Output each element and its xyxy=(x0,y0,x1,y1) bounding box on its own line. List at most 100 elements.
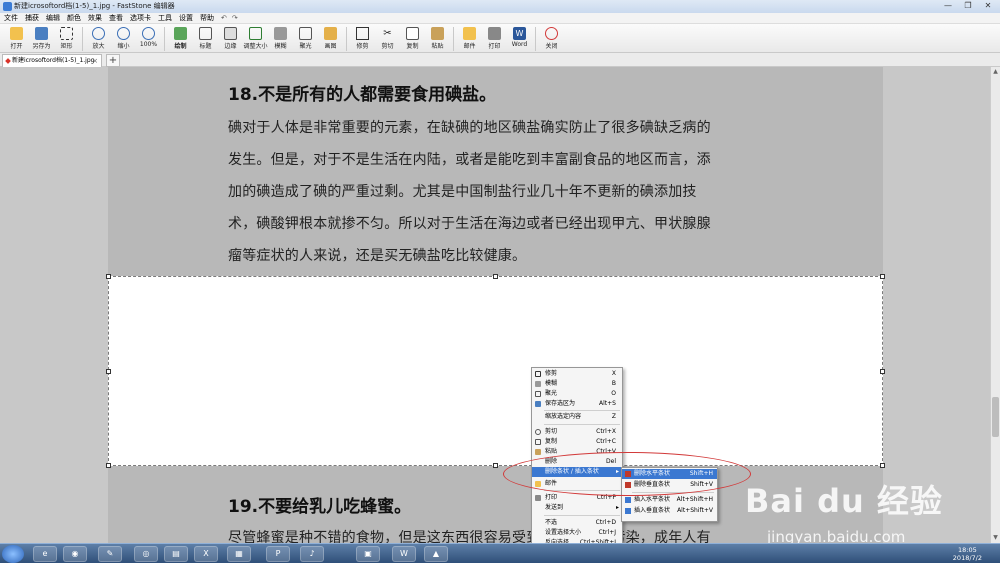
crop-icon xyxy=(356,27,369,40)
image-canvas[interactable]: 18.不是所有的人都需要食用碘盐。 碘对于人体是非常重要的元素，在缺碘的地区碘盐… xyxy=(0,67,990,543)
menu-effects[interactable]: 效果 xyxy=(88,13,102,23)
maximize-button[interactable]: ❐ xyxy=(958,0,978,12)
heading-18: 18.不是所有的人都需要食用碘盐。 xyxy=(228,85,497,105)
menu-separator xyxy=(544,410,620,411)
taskbar-wechat[interactable]: ◎ xyxy=(134,546,158,562)
vertical-scrollbar[interactable]: ▲ ▼ xyxy=(990,67,1000,543)
copy-button[interactable]: 复制 xyxy=(400,24,425,53)
menu-edit[interactable]: 编辑 xyxy=(46,13,60,23)
toolbar-separator xyxy=(535,27,536,51)
menu-item-cut[interactable]: 剪切 Ctrl+X xyxy=(532,427,622,437)
selection-handle[interactable] xyxy=(880,463,885,468)
selection-handle[interactable] xyxy=(106,463,111,468)
menu-item-scale-selection[interactable]: 缩放选定内容 Z xyxy=(532,412,622,422)
taskbar-explorer[interactable]: ▤ xyxy=(164,546,188,562)
scroll-down-icon[interactable]: ▼ xyxy=(991,534,1000,542)
undo-icon[interactable]: ↶ xyxy=(221,13,227,23)
taskbar-chrome[interactable]: ◉ xyxy=(63,546,87,562)
taskbar-excel[interactable]: X xyxy=(194,546,218,562)
menu-item-spotlight[interactable]: 聚光 O xyxy=(532,389,622,399)
submenu-insert-vertical[interactable]: 插入垂直条状 Alt+Shift+V xyxy=(622,506,717,516)
selection-handle[interactable] xyxy=(880,274,885,279)
zoom-actual-button[interactable]: 100% xyxy=(136,24,161,53)
print-button[interactable]: 打印 xyxy=(482,24,507,53)
toolbar-separator xyxy=(164,27,165,51)
resize-icon xyxy=(249,27,262,40)
print-icon xyxy=(535,495,541,501)
scrollbar-thumb[interactable] xyxy=(992,397,999,437)
selection-handle[interactable] xyxy=(493,463,498,468)
minimize-button[interactable]: — xyxy=(938,0,958,12)
tab-label: 新建icrosoftord档(1-5)_1.jpg xyxy=(12,57,95,64)
crop-button[interactable]: 修剪 xyxy=(350,24,375,53)
menu-color[interactable]: 颜色 xyxy=(67,13,81,23)
close-window-button[interactable]: ✕ xyxy=(978,0,998,12)
menu-item-crop[interactable]: 修剪 X xyxy=(532,369,622,379)
save-as-icon xyxy=(35,27,48,40)
menu-capture[interactable]: 捕获 xyxy=(25,13,39,23)
menu-item-blur[interactable]: 模糊 B xyxy=(532,379,622,389)
selection-handle[interactable] xyxy=(493,274,498,279)
taskbar-ie[interactable]: e xyxy=(33,546,57,562)
menu-item-deselect[interactable]: 不选 Ctrl+D xyxy=(532,518,622,528)
open-folder-icon xyxy=(10,27,23,40)
redo-icon[interactable]: ↷ xyxy=(232,13,238,23)
menu-view[interactable]: 查看 xyxy=(109,13,123,23)
taskbar-faststone[interactable]: ▲ xyxy=(424,546,448,562)
copy-icon xyxy=(535,439,541,445)
paste-button[interactable]: 粘贴 xyxy=(425,24,450,53)
menu-help[interactable]: 帮助 xyxy=(200,13,214,23)
zoom-actual-icon xyxy=(142,27,155,40)
scroll-up-icon[interactable]: ▲ xyxy=(991,68,1000,76)
menu-file[interactable]: 文件 xyxy=(4,13,18,23)
menu-separator xyxy=(544,515,620,516)
taskbar-app-grid[interactable]: ▦ xyxy=(227,546,251,562)
save-as-button[interactable]: 另存为 xyxy=(29,24,54,53)
blur-button[interactable]: 模糊 xyxy=(268,24,293,53)
add-tab-button[interactable]: + xyxy=(106,54,120,67)
resize-button[interactable]: 调整大小 xyxy=(243,24,268,53)
edge-button[interactable]: 边缘 xyxy=(218,24,243,53)
menu-item-send-to[interactable]: 发送到 ▸ xyxy=(532,503,622,513)
print-icon xyxy=(488,27,501,40)
menu-bar: 文件 捕获 编辑 颜色 效果 查看 选项卡 工具 设置 帮助 ↶ ↷ xyxy=(0,13,1000,24)
selection-handle[interactable] xyxy=(106,274,111,279)
system-tray: 18:05 2018/7/2 xyxy=(876,544,996,563)
rectangle-select-button[interactable]: 矩形 xyxy=(54,24,79,53)
taskbar-music[interactable]: ♪ xyxy=(300,546,324,562)
start-button[interactable] xyxy=(2,545,24,563)
word-button[interactable]: W Word xyxy=(507,24,532,53)
window-titlebar: 新建icrosoftord档(1-5)_1.jpg - FastStone 编辑… xyxy=(0,0,1000,13)
caption-button[interactable]: 标题 xyxy=(193,24,218,53)
tab-close-icon[interactable]: × xyxy=(92,55,98,67)
menu-item-save-selection[interactable]: 保存选区为 Alt+S xyxy=(532,399,622,409)
menu-item-set-selection-size[interactable]: 设置选择大小 Ctrl+J xyxy=(532,528,622,538)
cut-button[interactable]: ✂ 剪切 xyxy=(375,24,400,53)
taskbar-word[interactable]: W xyxy=(392,546,416,562)
menu-settings[interactable]: 设置 xyxy=(179,13,193,23)
spotlight-button[interactable]: 聚光 xyxy=(293,24,318,53)
zoom-in-button[interactable]: 放大 xyxy=(86,24,111,53)
menu-tabs[interactable]: 选项卡 xyxy=(130,13,151,23)
paint-button[interactable]: 画图 xyxy=(318,24,343,53)
taskbar-app-pen[interactable]: ✎ xyxy=(98,546,122,562)
selection-rectangle[interactable] xyxy=(108,276,883,466)
cut-icon xyxy=(535,429,541,435)
submenu-insert-horizontal[interactable]: 插入水平条状 Alt+Shift+H xyxy=(622,495,717,505)
menu-item-copy[interactable]: 复制 Ctrl+C xyxy=(532,437,622,447)
mail-button[interactable]: 邮件 xyxy=(457,24,482,53)
selection-handle[interactable] xyxy=(106,369,111,374)
taskbar-app-box[interactable]: ▣ xyxy=(356,546,380,562)
toolbar-separator xyxy=(453,27,454,51)
spotlight-icon xyxy=(535,391,541,397)
selection-handle[interactable] xyxy=(880,369,885,374)
open-button[interactable]: 打开 xyxy=(4,24,29,53)
draw-button[interactable]: 绘制 xyxy=(168,24,193,53)
clock[interactable]: 18:05 2018/7/2 xyxy=(953,546,982,562)
zoom-out-button[interactable]: 缩小 xyxy=(111,24,136,53)
close-button[interactable]: 关闭 xyxy=(539,24,564,53)
menu-tools[interactable]: 工具 xyxy=(158,13,172,23)
taskbar-app-p[interactable]: P xyxy=(266,546,290,562)
tab-document[interactable]: 新建icrosoftord档(1-5)_1.jpg × xyxy=(2,54,102,67)
insert-vertical-icon xyxy=(625,508,631,514)
